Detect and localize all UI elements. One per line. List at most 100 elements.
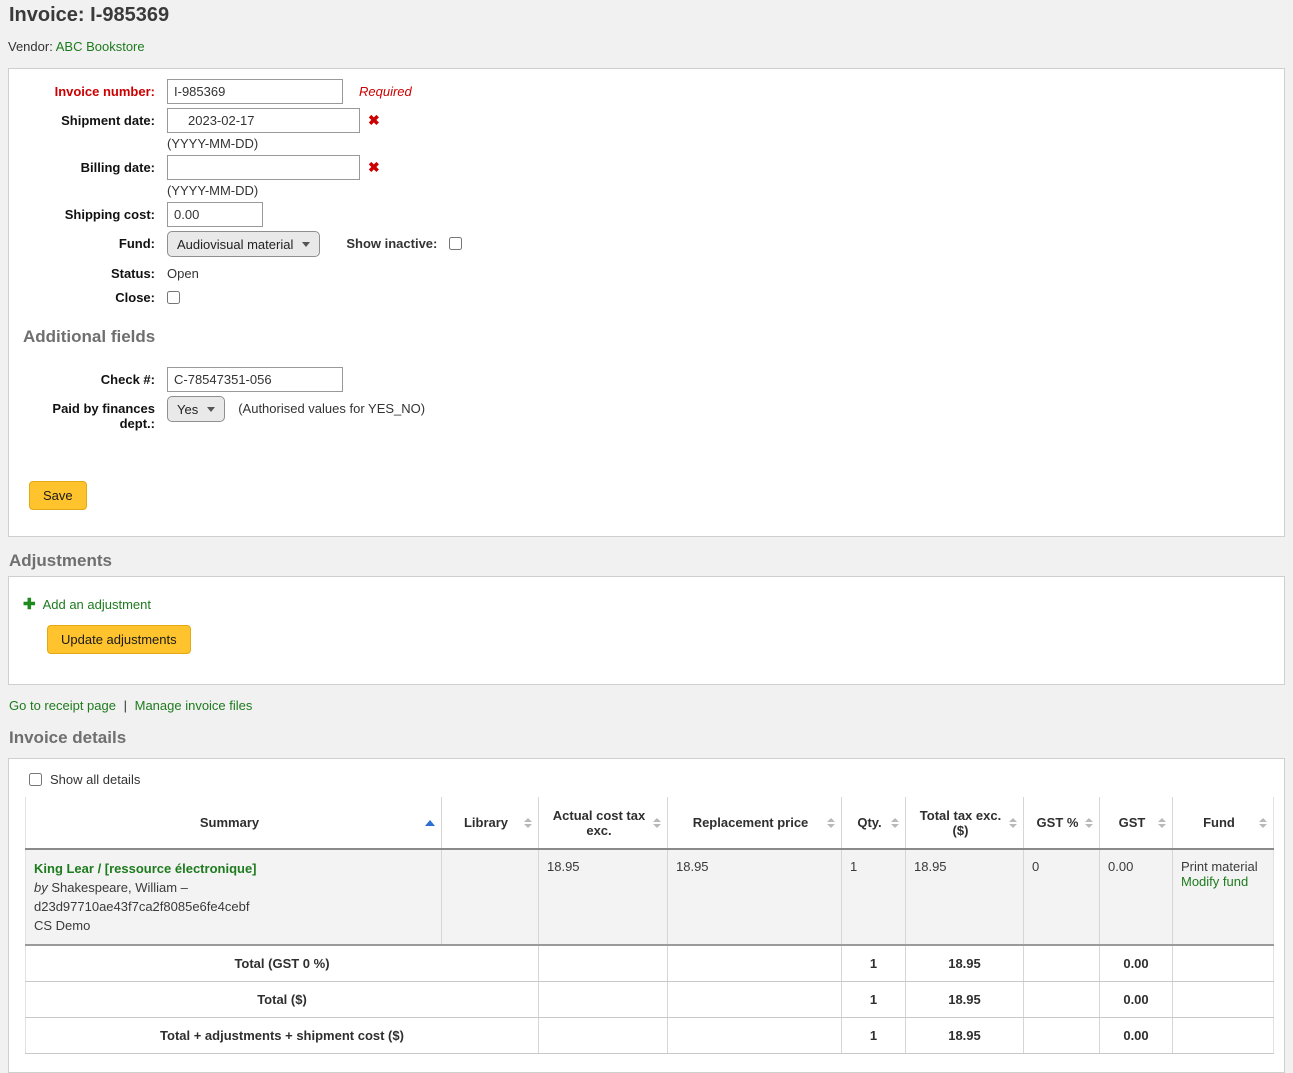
sort-icon	[1259, 818, 1267, 828]
shipment-date-label: Shipment date:	[23, 108, 155, 128]
total-qty: 1	[842, 982, 906, 1018]
column-header-total-tax-exc[interactable]: Total tax exc. ($)	[906, 797, 1024, 849]
vendor-link[interactable]: ABC Bookstore	[56, 39, 145, 54]
table-row: King Lear / [ressource électronique] by …	[26, 849, 1274, 945]
invoice-details-heading: Invoice details	[9, 728, 1285, 748]
go-to-receipt-link[interactable]: Go to receipt page	[9, 698, 116, 713]
column-header-fund[interactable]: Fund	[1173, 797, 1274, 849]
sort-icon	[1158, 818, 1166, 828]
vendor-label: Vendor:	[8, 39, 53, 54]
show-all-details-checkbox[interactable]	[29, 773, 42, 786]
sort-icon	[827, 818, 835, 828]
page-title: Invoice: I-985369	[9, 4, 1285, 27]
required-note: Required	[359, 79, 412, 99]
fund-selected-value: Audiovisual material	[177, 237, 293, 252]
fund-row: Fund: Audiovisual material Show inactive…	[23, 231, 1270, 257]
gst-pct-cell: 0	[1024, 849, 1100, 945]
check-number-input[interactable]	[167, 367, 343, 392]
column-header-gst[interactable]: GST	[1100, 797, 1173, 849]
total-label: Total (GST 0 %)	[26, 945, 539, 982]
billing-date-input[interactable]	[167, 155, 360, 180]
column-header-actual-cost[interactable]: Actual cost tax exc.	[539, 797, 668, 849]
column-header-replacement-price[interactable]: Replacement price	[668, 797, 842, 849]
by-label: by	[34, 880, 48, 895]
show-inactive-label: Show inactive:	[346, 231, 437, 251]
status-row: Status: Open	[23, 261, 1270, 281]
column-header-library[interactable]: Library	[442, 797, 539, 849]
invoice-links-line: Go to receipt page | Manage invoice file…	[9, 698, 1285, 713]
shipping-cost-label: Shipping cost:	[23, 202, 155, 222]
column-header-summary[interactable]: Summary	[26, 797, 442, 849]
sort-icon	[891, 818, 899, 828]
total-gst: 0.00	[1100, 1018, 1173, 1054]
summary-cell: King Lear / [ressource électronique] by …	[26, 849, 442, 945]
invoice-number-input[interactable]	[167, 79, 343, 104]
chevron-down-icon	[302, 242, 310, 247]
plus-icon: ✚	[23, 595, 36, 613]
vendor-line: Vendor: ABC Bookstore	[8, 39, 1285, 54]
paid-by-select[interactable]: Yes	[167, 396, 225, 422]
update-adjustments-button[interactable]: Update adjustments	[47, 625, 191, 654]
billing-date-format-hint: (YYYY-MM-DD)	[167, 183, 380, 198]
paid-by-label: Paid by finances dept.:	[23, 396, 155, 431]
invoice-details-box: Show all details Summary Library	[8, 758, 1285, 1073]
status-label: Status:	[23, 261, 155, 281]
total-gst-row: Total (GST 0 %) 1 18.95 0.00	[26, 945, 1274, 982]
total-amount: 18.95	[906, 945, 1024, 982]
check-number-label: Check #:	[23, 367, 155, 387]
table-header-row: Summary Library Actual cost tax exc. Rep…	[26, 797, 1274, 849]
sort-icon	[653, 818, 661, 828]
close-row: Close:	[23, 285, 1270, 305]
show-all-details-toggle[interactable]: Show all details	[25, 772, 1268, 787]
fund-select[interactable]: Audiovisual material	[167, 231, 320, 257]
links-separator: |	[124, 698, 127, 713]
paid-by-row: Paid by finances dept.: Yes (Authorised …	[23, 396, 1270, 431]
replacement-price-cell: 18.95	[668, 849, 842, 945]
shipment-date-input[interactable]	[167, 108, 360, 133]
chevron-down-icon	[207, 407, 215, 412]
status-value: Open	[167, 261, 199, 281]
grand-total-row: Total + adjustments + shipment cost ($) …	[26, 1018, 1274, 1054]
total-tax-exc-cell: 18.95	[906, 849, 1024, 945]
billing-date-label: Billing date:	[23, 155, 155, 175]
order-title-link[interactable]: King Lear / [ressource électronique]	[34, 861, 257, 876]
invoice-number-row: Invoice number: Required	[23, 79, 1270, 104]
fund-value: Print material	[1181, 859, 1265, 874]
library-cell	[442, 849, 539, 945]
total-label: Total ($)	[26, 982, 539, 1018]
paid-by-selected-value: Yes	[177, 402, 198, 417]
total-label: Total + adjustments + shipment cost ($)	[26, 1018, 539, 1054]
fund-label: Fund:	[23, 231, 155, 251]
close-checkbox[interactable]	[167, 291, 180, 304]
clear-billing-date-icon[interactable]: ✖	[368, 155, 380, 180]
total-qty: 1	[842, 945, 906, 982]
show-all-details-label: Show all details	[50, 772, 140, 787]
invoice-details-table: Summary Library Actual cost tax exc. Rep…	[25, 797, 1274, 1054]
clear-shipment-date-icon[interactable]: ✖	[368, 108, 380, 133]
total-row: Total ($) 1 18.95 0.00	[26, 982, 1274, 1018]
fund-cell: Print material Modify fund	[1173, 849, 1274, 945]
modify-fund-link[interactable]: Modify fund	[1181, 874, 1248, 889]
total-amount: 18.95	[906, 982, 1024, 1018]
actual-cost-cell: 18.95	[539, 849, 668, 945]
sort-icon	[1009, 818, 1017, 828]
total-qty: 1	[842, 1018, 906, 1054]
total-amount: 18.95	[906, 1018, 1024, 1054]
record-hash: d23d97710ae43f7ca2f8085e6fe4cebf	[34, 897, 433, 916]
show-inactive-checkbox[interactable]	[449, 237, 462, 250]
column-header-gst-pct[interactable]: GST %	[1024, 797, 1100, 849]
sort-ascending-icon	[425, 820, 435, 826]
invoice-form: Invoice number: Required Shipment date: …	[8, 68, 1285, 537]
save-button[interactable]: Save	[29, 481, 87, 510]
shipment-date-format-hint: (YYYY-MM-DD)	[167, 136, 380, 151]
manage-invoice-files-link[interactable]: Manage invoice files	[135, 698, 253, 713]
shipping-cost-input[interactable]	[167, 202, 263, 227]
adjustments-box: ✚ Add an adjustment Update adjustments	[8, 576, 1285, 685]
library-name: CS Demo	[34, 916, 433, 935]
column-header-qty[interactable]: Qty.	[842, 797, 906, 849]
author-text: Shakespeare, William –	[51, 880, 188, 895]
billing-date-row: Billing date: ✖ (YYYY-MM-DD)	[23, 155, 1270, 198]
add-adjustment-link[interactable]: Add an adjustment	[43, 597, 151, 612]
gst-cell: 0.00	[1100, 849, 1173, 945]
close-label: Close:	[23, 285, 155, 305]
